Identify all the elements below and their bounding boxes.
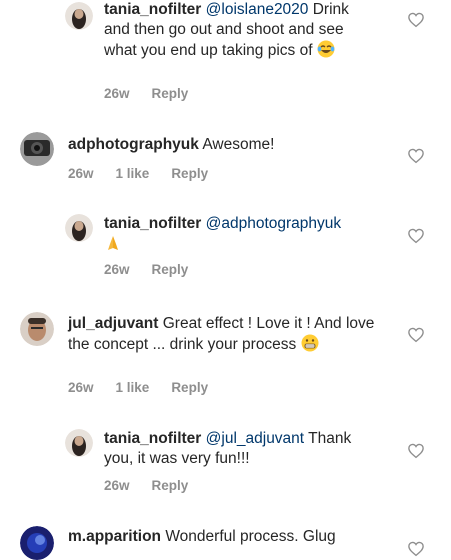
avatar[interactable] xyxy=(65,214,93,242)
comment-body: Wonderful process. Glug xyxy=(165,528,336,545)
comment-username[interactable]: tania_nofilter xyxy=(104,430,201,447)
comment-reply: tania_nofilter @adphotographyuk 26w Reply xyxy=(0,210,451,285)
avatar[interactable] xyxy=(65,2,93,30)
comment-time: 26w xyxy=(104,478,130,493)
reply-button[interactable]: Reply xyxy=(171,166,208,181)
comment-text: adphotographyuk Awesome! xyxy=(68,135,378,155)
comment-body: Awesome! xyxy=(202,136,275,153)
comment-text: jul_adjuvant Great effect ! Love it ! An… xyxy=(68,314,378,358)
comment-text: tania_nofilter @loislane2020 Drink and t… xyxy=(104,0,374,64)
comment-time: 26w xyxy=(68,380,94,395)
heart-icon[interactable] xyxy=(407,442,425,460)
comment-text: tania_nofilter @jul_adjuvant Thank you, … xyxy=(104,429,374,469)
comment-username[interactable]: jul_adjuvant xyxy=(68,315,158,332)
comment: adphotographyuk Awesome! 26w 1 like Reply xyxy=(0,130,451,190)
avatar[interactable] xyxy=(65,429,93,457)
reply-button[interactable]: Reply xyxy=(152,262,189,277)
heart-icon[interactable] xyxy=(407,540,425,558)
comment-meta: 26w 1 like Reply xyxy=(68,166,230,181)
comment-time: 26w xyxy=(104,262,130,277)
comment-username[interactable]: tania_nofilter xyxy=(104,1,201,18)
comment-meta: 26w 1 like Reply xyxy=(68,380,230,395)
avatar[interactable] xyxy=(20,526,54,560)
avatar[interactable] xyxy=(20,132,54,166)
comment-meta: 26w Reply xyxy=(104,86,210,101)
comment-meta: 26w Reply xyxy=(104,262,210,277)
comment-time: 26w xyxy=(68,166,94,181)
grimacing-face-emoji xyxy=(301,334,319,358)
comment-username[interactable]: tania_nofilter xyxy=(104,215,201,232)
comment-username[interactable]: m.apparition xyxy=(68,528,161,545)
comment: jul_adjuvant Great effect ! Love it ! An… xyxy=(0,308,451,408)
comment-text: tania_nofilter @adphotographyuk xyxy=(104,214,374,258)
folded-hands-emoji xyxy=(104,234,122,258)
heart-icon[interactable] xyxy=(407,147,425,165)
like-count[interactable]: 1 like xyxy=(116,380,150,395)
heart-icon[interactable] xyxy=(407,11,425,29)
laughing-face-emoji xyxy=(317,40,335,64)
comment-mention[interactable]: @jul_adjuvant xyxy=(206,430,304,447)
comment-mention[interactable]: @adphotographyuk xyxy=(206,215,342,232)
reply-button[interactable]: Reply xyxy=(152,478,189,493)
reply-button[interactable]: Reply xyxy=(152,86,189,101)
comment-text: m.apparition Wonderful process. Glug xyxy=(68,527,378,547)
reply-button[interactable]: Reply xyxy=(171,380,208,395)
heart-icon[interactable] xyxy=(407,227,425,245)
heart-icon[interactable] xyxy=(407,326,425,344)
comment-reply: tania_nofilter @jul_adjuvant Thank you, … xyxy=(0,425,451,505)
comment-reply: tania_nofilter @loislane2020 Drink and t… xyxy=(0,0,451,110)
comment-meta: 26w Reply xyxy=(104,478,210,493)
comment-username[interactable]: adphotographyuk xyxy=(68,136,199,153)
avatar[interactable] xyxy=(20,312,54,346)
comment-mention[interactable]: @loislane2020 xyxy=(206,1,309,18)
comment-time: 26w xyxy=(104,86,130,101)
like-count[interactable]: 1 like xyxy=(116,166,150,181)
comment: m.apparition Wonderful process. Glug xyxy=(0,522,451,560)
